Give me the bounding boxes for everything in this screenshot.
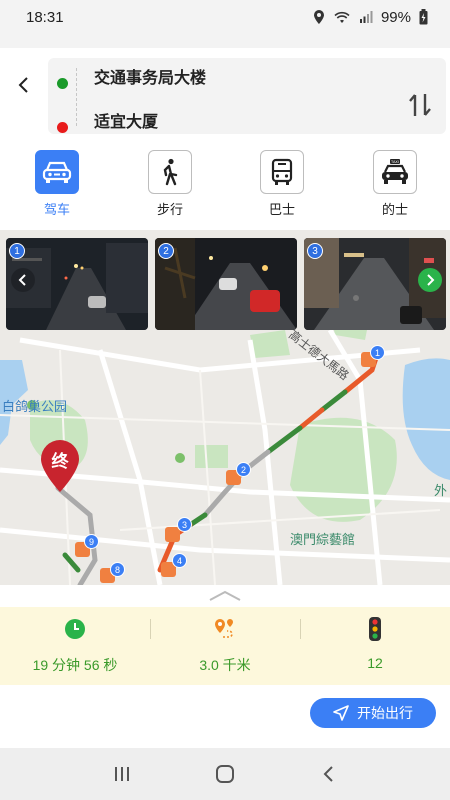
swap-button[interactable] <box>408 92 432 118</box>
start-trip-button[interactable]: 开始出行 <box>310 698 436 728</box>
map-label-venue: 澳門綜藝館 <box>290 532 356 547</box>
camera-strip: 1 2 3 <box>0 238 450 334</box>
route-marker[interactable]: 4 <box>172 553 187 568</box>
system-back-button[interactable] <box>313 759 343 789</box>
camera-number: 1 <box>9 243 25 259</box>
status-bar: 18:31 99% <box>0 0 450 34</box>
route-marker[interactable]: 8 <box>110 562 125 577</box>
mode-bus-label: 巴士 <box>268 202 295 217</box>
status-time: 18:31 <box>26 8 64 26</box>
destination-marker[interactable]: 终 <box>40 440 80 492</box>
route-divider <box>76 68 77 126</box>
distance-stat: 3.0 千米 <box>150 607 300 685</box>
camera-prev-button[interactable] <box>11 268 35 292</box>
route-marker[interactable]: 3 <box>177 517 192 532</box>
signal-icon <box>359 11 373 23</box>
camera-thumb[interactable]: 2 <box>155 238 297 330</box>
chevron-left-icon <box>18 77 28 93</box>
home-button[interactable] <box>210 759 240 789</box>
duration-value: 19 分钟 56 秒 <box>32 657 118 673</box>
camera-number: 3 <box>307 243 323 259</box>
mode-taxi[interactable]: TAXI 的士 <box>365 150 425 218</box>
destination-marker-label: 终 <box>51 452 69 471</box>
mode-drive-label: 驾车 <box>43 202 70 217</box>
clock-icon <box>65 619 85 639</box>
swap-icon <box>409 94 431 116</box>
route-marker[interactable]: 9 <box>84 534 99 549</box>
chevron-right-icon <box>427 274 435 286</box>
wifi-icon <box>334 11 350 23</box>
back-icon <box>323 766 334 782</box>
walk-icon <box>148 150 192 194</box>
chevron-up-icon <box>209 590 241 601</box>
svg-text:TAXI: TAXI <box>390 160 399 164</box>
traffic-light-icon <box>369 617 381 641</box>
mode-walk-label: 步行 <box>156 202 183 217</box>
destination-field[interactable]: 适宜大厦 <box>94 108 158 132</box>
bus-icon <box>260 150 304 194</box>
chevron-left-icon <box>18 274 26 286</box>
route-header: 交通事务局大楼 适宜大厦 <box>0 48 450 140</box>
destination-dot <box>57 122 68 133</box>
mode-drive[interactable]: 驾车 <box>27 150 87 218</box>
sheet-handle[interactable] <box>0 585 450 607</box>
back-button[interactable] <box>10 70 36 100</box>
route-marker[interactable]: 2 <box>236 462 251 477</box>
transport-mode-bar: 驾车 步行 巴士 TAXI 的士 <box>0 140 450 230</box>
map-label-park: 白鸽巢公园 <box>2 399 68 414</box>
taxi-icon: TAXI <box>373 150 417 194</box>
map-label-edge: 外 <box>434 483 448 498</box>
route-summary: 19 分钟 56 秒 3.0 千米 12 <box>0 607 450 685</box>
car-icon <box>35 150 79 194</box>
recent-apps-button[interactable] <box>107 759 137 789</box>
action-area: 开始出行 <box>0 685 450 748</box>
system-nav-bar <box>0 748 450 800</box>
battery-charging-icon <box>419 9 428 25</box>
mode-taxi-label: 的士 <box>381 202 408 217</box>
mode-bus[interactable]: 巴士 <box>252 150 312 218</box>
origin-field[interactable]: 交通事务局大楼 <box>94 64 206 88</box>
camera-next-button[interactable] <box>418 268 442 292</box>
camera-thumb[interactable]: 3 <box>304 238 446 330</box>
traffic-light-stat: 12 <box>300 607 450 685</box>
duration-stat: 19 分钟 56 秒 <box>0 607 150 685</box>
origin-dot <box>57 78 68 89</box>
home-icon <box>215 765 234 783</box>
navigation-arrow-icon <box>333 705 349 721</box>
camera-thumb[interactable]: 1 <box>6 238 148 330</box>
battery-percent: 99% <box>380 8 411 26</box>
route-inputs: 交通事务局大楼 适宜大厦 <box>48 58 446 134</box>
route-map[interactable]: 白鸽巢公园 高士德大馬路 澳門綜藝館 外 1 2 3 4 8 9 终 1 2 3 <box>0 230 450 585</box>
camera-number: 2 <box>158 243 174 259</box>
distance-value: 3.0 千米 <box>199 657 251 673</box>
mode-walk[interactable]: 步行 <box>140 150 200 218</box>
traffic-light-count: 12 <box>367 655 383 671</box>
status-icons: 99% <box>313 9 428 26</box>
camera-feed-image <box>155 238 297 330</box>
recent-apps-icon <box>114 767 129 781</box>
route-marker[interactable]: 1 <box>370 345 385 360</box>
start-trip-label: 开始出行 <box>357 705 413 721</box>
route-distance-icon <box>215 619 233 638</box>
location-icon <box>313 10 324 24</box>
